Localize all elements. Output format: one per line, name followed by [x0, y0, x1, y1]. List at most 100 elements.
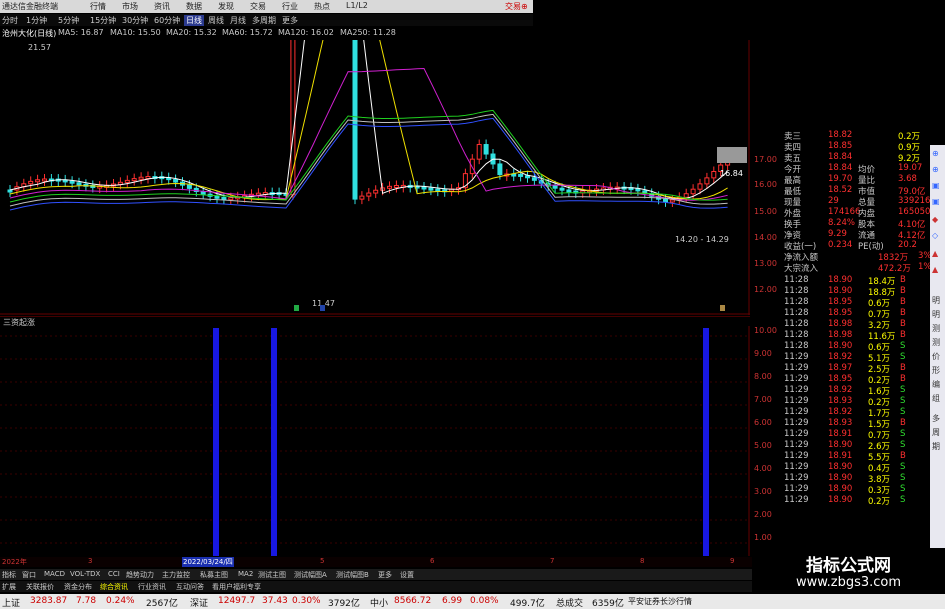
toolbar-text[interactable]: 明 [932, 295, 940, 306]
toolbar-icon[interactable]: ▣ [932, 197, 940, 206]
period-weekly[interactable]: 周线 [208, 15, 224, 26]
sz-pct: 0.30% [292, 596, 321, 606]
toolbar-text[interactable]: 编 [932, 379, 940, 390]
menu-item-news[interactable]: 资讯 [154, 1, 170, 12]
date-label: 6 [430, 557, 435, 565]
toolbar-text[interactable]: 明 [932, 309, 940, 320]
menu-item-data[interactable]: 数据 [186, 1, 202, 12]
tab-test-a[interactable]: 测试幅图A [294, 570, 327, 580]
tab-vol-tdx[interactable]: VOL-TDX [70, 570, 100, 578]
tab-main-monitor[interactable]: 主力监控 [162, 570, 190, 580]
ma60-label: MA60: 15.72 [222, 28, 273, 37]
tab-window[interactable]: 窗口 [22, 570, 36, 580]
toolbar-text[interactable]: 周 [932, 427, 940, 438]
tab-more[interactable]: 更多 [378, 570, 392, 580]
event-marker[interactable] [320, 305, 325, 311]
toolbar-icon[interactable]: ⊕ [932, 149, 939, 158]
tab-qa[interactable]: 互动问答 [176, 582, 204, 592]
axis-tick: 16.00 [754, 180, 777, 189]
period-daily[interactable]: 日线 [184, 15, 204, 26]
tick-price: 18.90 [828, 473, 853, 483]
signal-bar [213, 328, 219, 556]
date-axis: 2022年 3 2022/03/24/四 5 6 7 8 9 [0, 557, 780, 567]
menu-item-hot[interactable]: 热点 [314, 1, 330, 12]
tick-volume: 0.2万 [868, 497, 891, 507]
tab-cci[interactable]: CCI [108, 570, 120, 578]
sz-label[interactable]: 深证 [190, 596, 208, 609]
toolbar-icon[interactable]: ▲ [932, 265, 938, 274]
candle [131, 178, 137, 182]
date-label: 5 [320, 557, 325, 565]
period-monthly[interactable]: 月线 [230, 15, 246, 26]
toolbar-text[interactable]: 测 [932, 323, 940, 334]
tick-price: 18.97 [828, 363, 853, 373]
toolbar-icon[interactable]: ▲ [932, 249, 938, 258]
tab-capital[interactable]: 资金分布 [64, 582, 92, 592]
ind-axis-tick: 3.00 [754, 487, 772, 496]
menu-item-market[interactable]: 市场 [122, 1, 138, 12]
period-1min[interactable]: 1分钟 [26, 15, 47, 26]
tick-side: B [900, 330, 906, 340]
tab-welfare[interactable]: 看用户福利专享 [212, 582, 261, 592]
sh-change: 7.78 [76, 596, 97, 606]
menu-item-hq[interactable]: 行情 [90, 1, 106, 12]
period-15min[interactable]: 15分钟 [90, 15, 116, 26]
candle [352, 40, 358, 200]
menu-item-discover[interactable]: 发现 [218, 1, 234, 12]
toolbar-text[interactable]: 形 [932, 365, 940, 376]
candle [117, 181, 123, 185]
tab-ma2[interactable]: MA2 [238, 570, 253, 578]
period-more[interactable]: 更多 [282, 15, 298, 26]
tick-price: 18.92 [828, 352, 853, 362]
period-5min[interactable]: 5分钟 [58, 15, 79, 26]
toolbar-icon[interactable]: ▣ [932, 181, 940, 190]
tab-test-main[interactable]: 测试主图 [258, 570, 286, 580]
toolbar-text[interactable]: 测 [932, 337, 940, 348]
ind-axis-tick: 8.00 [754, 372, 772, 381]
watermark-title: 指标公式网 [806, 556, 891, 576]
period-multi[interactable]: 多周期 [252, 15, 276, 26]
zx-label[interactable]: 中小 [370, 596, 388, 609]
tab-news[interactable]: 综合资讯 [100, 582, 128, 592]
kline-chart[interactable]: 21.57 11.47 14.20 - 14.29 16.84 [0, 40, 750, 315]
toolbar-icon[interactable]: ⊕ [932, 165, 939, 174]
axis-tick: 17.00 [754, 155, 777, 164]
tab-settings[interactable]: 设置 [400, 570, 414, 580]
toolbar-icon[interactable]: ◆ [932, 215, 938, 224]
period-fenshi[interactable]: 分时 [2, 15, 18, 26]
broker-name[interactable]: 平安证券长沙行情 [628, 596, 692, 607]
sh-label[interactable]: 上证 [2, 596, 20, 609]
toolbar-text[interactable]: 多 [932, 413, 940, 424]
toolbar-text[interactable]: 价 [932, 351, 940, 362]
tab-indicator[interactable]: 指标 [2, 570, 16, 580]
candle [669, 199, 675, 203]
tick-time: 11:29 [784, 385, 809, 395]
tick-side: S [900, 429, 906, 439]
menu-item-industry[interactable]: 行业 [282, 1, 298, 12]
tab-related[interactable]: 关联报价 [26, 582, 54, 592]
toolbar-text[interactable]: 组 [932, 393, 940, 404]
tab-private[interactable]: 私募主图 [200, 570, 228, 580]
ask-price: 18.85 [828, 141, 853, 151]
menu-item-level2[interactable]: L1/L2 [346, 1, 368, 10]
tab-test-b[interactable]: 测试幅图B [336, 570, 369, 580]
tab-trend[interactable]: 趋势动力 [126, 570, 154, 580]
sz-value: 12497.7 [218, 596, 256, 606]
tab-extend[interactable]: 扩展 [2, 582, 16, 592]
period-60min[interactable]: 60分钟 [154, 15, 180, 26]
zx-pct: 0.08% [470, 596, 499, 606]
tick-time: 11:28 [784, 286, 809, 296]
ind-axis-tick: 2.00 [754, 510, 772, 519]
tab-macd[interactable]: MACD [44, 570, 65, 578]
tab-industry-news[interactable]: 行业资讯 [138, 582, 166, 592]
menu-item-trade[interactable]: 交易 [250, 1, 266, 12]
toolbar-text[interactable]: 期 [932, 441, 940, 452]
toolbar-icon[interactable]: ◇ [932, 231, 938, 240]
trade-link[interactable]: 交易⊕ [505, 1, 528, 12]
indicator-chart[interactable] [0, 326, 750, 556]
period-30min[interactable]: 30分钟 [122, 15, 148, 26]
tick-time: 11:29 [784, 374, 809, 384]
tick-time: 11:29 [784, 440, 809, 450]
event-marker[interactable] [720, 305, 725, 311]
event-marker[interactable] [294, 305, 299, 311]
